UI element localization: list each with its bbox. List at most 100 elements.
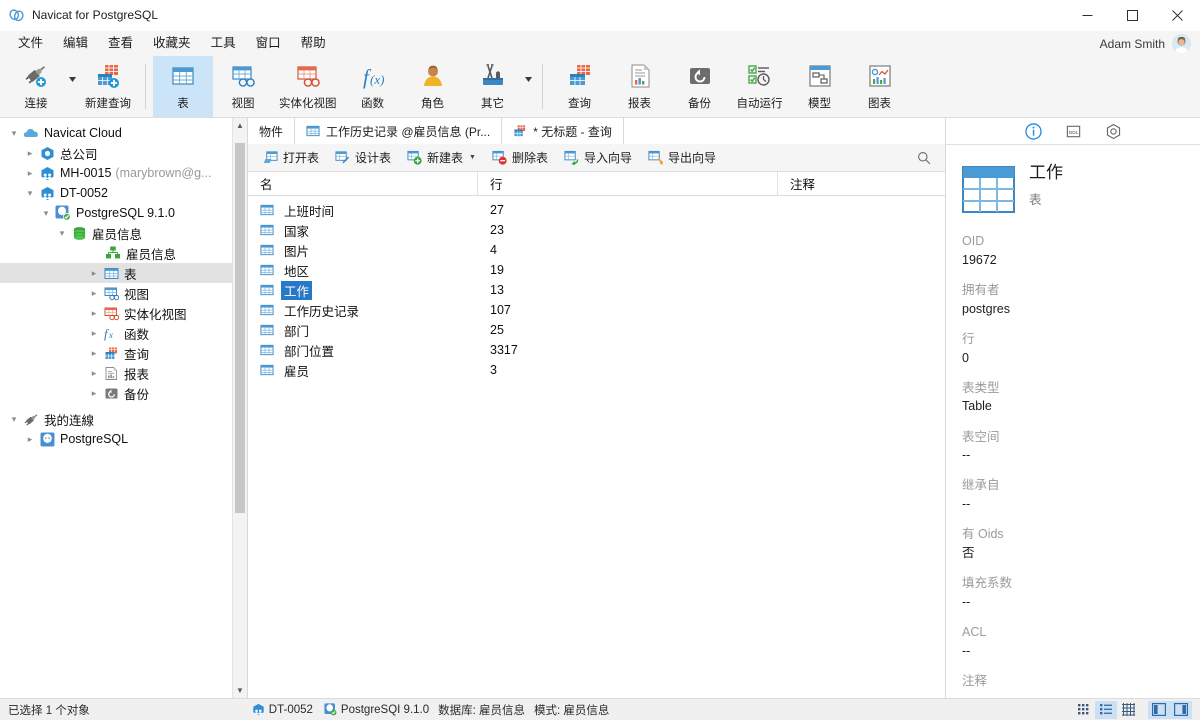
tree-node-postgresql[interactable]: ▸ PostgreSQL [0,429,247,449]
tree-node-my-connections[interactable]: ▾ 我的连線 [0,409,247,429]
chevron-right-icon[interactable]: ▸ [86,368,102,379]
import-wizard-button[interactable]: 导入向导 [557,146,639,169]
toolbar-materialized-view-button[interactable]: 实体化视图 [273,56,343,117]
column-header-rows[interactable]: 行 [478,172,778,195]
chevron-down-icon[interactable]: ▾ [54,228,70,239]
toolbar-model-button[interactable]: 模型 [790,56,850,117]
table-row[interactable]: 国家 23 [248,220,945,240]
scrollbar-thumb[interactable] [235,143,245,513]
left-panel-toggle[interactable] [1148,701,1170,719]
chevron-down-icon[interactable]: ▾ [22,188,38,199]
status-project: DT-0052 [252,703,313,716]
chevron-down-icon[interactable]: ▾ [38,208,54,219]
menu-window[interactable]: 窗口 [246,31,291,56]
tab-bar-filler [623,118,945,144]
table-row[interactable]: 部门位置 3317 [248,340,945,360]
tab-untitled-query[interactable]: * 无标题 - 查询 [501,118,623,144]
chevron-right-icon[interactable]: ▸ [86,268,102,279]
toolbar-new-query-button[interactable]: 新建查询 [78,56,138,117]
table-row[interactable]: 雇员 3 [248,360,945,380]
scroll-down-arrow[interactable]: ▼ [233,683,247,698]
tree-node-mh-0015[interactable]: ▸ MH-0015 (marybrown@g... [0,163,247,183]
chevron-right-icon[interactable]: ▸ [22,168,38,179]
menu-help[interactable]: 帮助 [291,31,336,56]
toolbar-connection-button[interactable]: 连接 [6,56,66,117]
menu-view[interactable]: 查看 [98,31,143,56]
connection-dropdown-caret[interactable] [66,56,78,117]
export-wizard-button[interactable]: 导出向导 [641,146,723,169]
sidebar-item-views[interactable]: ▸ 视图 [0,283,247,303]
table-row[interactable]: 工作 13 [248,280,945,300]
toolbar-separator [145,64,146,109]
new-table-button[interactable]: 新建表 ▼ [400,146,483,169]
table-row[interactable]: 上班时间 27 [248,200,945,220]
chevron-right-icon[interactable]: ▸ [86,288,102,299]
toolbar-chart-button[interactable]: 图表 [850,56,910,117]
user-avatar[interactable] [1172,34,1191,53]
toolbar-role-button[interactable]: 角色 [403,56,463,117]
chevron-down-icon[interactable]: ▼ [469,154,476,161]
tree-node-postgresql-connection[interactable]: ▾ PostgreSQL 9.1.0 [0,203,247,223]
menu-edit[interactable]: 编辑 [53,31,98,56]
table-row[interactable]: 地区 19 [248,260,945,280]
table-row[interactable]: 工作历史记录 107 [248,300,945,320]
menu-file[interactable]: 文件 [8,31,53,56]
menu-tools[interactable]: 工具 [201,31,246,56]
minimize-button[interactable] [1065,0,1110,31]
toolbar-function-button[interactable]: f (x) 函数 [343,56,403,117]
sidebar-item-backups[interactable]: ▸ 备份 [0,383,247,403]
sidebar-item-queries[interactable]: ▸ 查询 [0,343,247,363]
toolbar-view-button[interactable]: 视图 [213,56,273,117]
tree-node-dt-0052[interactable]: ▾ DT-0052 [0,183,247,203]
toolbar-automation-button[interactable]: 自动运行 [730,56,790,117]
info-tab[interactable] [1022,121,1044,141]
table-row[interactable]: 部门 25 [248,320,945,340]
chevron-right-icon[interactable]: ▸ [86,388,102,399]
tree-node-schema[interactable]: 雇员信息 [0,243,247,263]
sidebar-item-tables[interactable]: ▸ 表 [0,263,247,283]
chevron-down-icon[interactable]: ▾ [6,414,22,425]
tab-work-history-table[interactable]: 工作历史记录 @雇员信息 (Pr... [294,118,501,144]
close-button[interactable] [1155,0,1200,31]
toolbar-table-button[interactable]: 表 [153,56,213,117]
toolbar-backup-button[interactable]: 备份 [670,56,730,117]
chevron-right-icon[interactable]: ▸ [86,308,102,319]
open-table-button[interactable]: 打开表 [256,146,326,169]
sidebar-item-reports[interactable]: ▸ 报表 [0,363,247,383]
search-button[interactable] [917,151,945,165]
svg-text:(x): (x) [370,72,384,87]
toolbar-other-button[interactable]: 其它 [463,56,523,117]
tree-node-head-office[interactable]: ▸ 总公司 [0,143,247,163]
maximize-button[interactable] [1110,0,1155,31]
menu-favorites[interactable]: 收藏夹 [143,31,201,56]
list-view-button[interactable] [1095,701,1117,719]
scroll-up-arrow[interactable]: ▲ [233,118,247,133]
sidebar-item-materialized-views[interactable]: ▸ 实体化视图 [0,303,247,323]
sidebar-item-functions[interactable]: ▸ fx 函数 [0,323,247,343]
design-table-button[interactable]: 设计表 [328,146,398,169]
sidebar-scrollbar[interactable]: ▲ ▼ [232,118,247,698]
chevron-right-icon[interactable]: ▸ [86,328,102,339]
delete-table-button[interactable]: 删除表 [485,146,555,169]
tree-node-navicat-cloud[interactable]: ▾ Navicat Cloud [0,123,247,143]
tab-objects[interactable]: 物件 [248,118,294,144]
table-icon [260,363,274,377]
column-header-name[interactable]: 名 [248,172,478,195]
user-area[interactable]: Adam Smith [1100,34,1200,53]
detail-view-button[interactable] [1117,701,1139,719]
chevron-down-icon[interactable]: ▾ [6,128,22,139]
tree-node-database[interactable]: ▾ 雇员信息 [0,223,247,243]
toolbar-report-button[interactable]: 报表 [610,56,670,117]
right-panel-toggle[interactable] [1170,701,1192,719]
table-row[interactable]: 图片 4 [248,240,945,260]
table-name: 国家 [281,221,312,240]
column-header-comment[interactable]: 注释 [778,172,945,195]
chevron-right-icon[interactable]: ▸ [22,148,38,159]
settings-tab[interactable] [1102,121,1124,141]
chevron-right-icon[interactable]: ▸ [22,434,38,445]
grid-view-button[interactable] [1073,701,1095,719]
other-dropdown-caret[interactable] [523,56,535,117]
chevron-right-icon[interactable]: ▸ [86,348,102,359]
ddl-tab[interactable]: DDL [1062,121,1084,141]
toolbar-query-button[interactable]: 查询 [550,56,610,117]
